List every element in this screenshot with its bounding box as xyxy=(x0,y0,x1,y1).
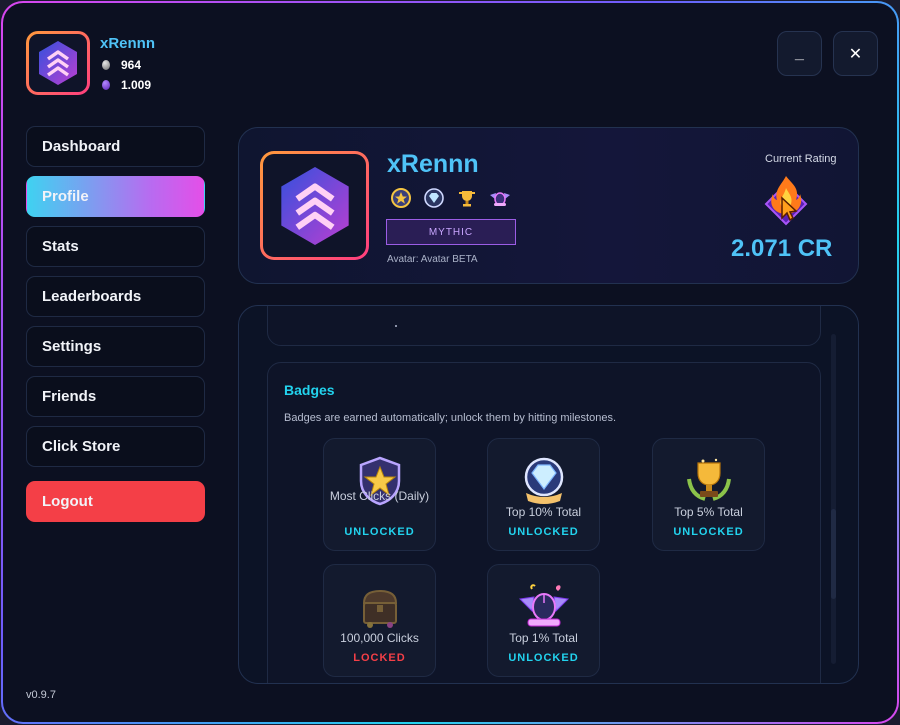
badge-name: Top 5% Total xyxy=(674,505,743,519)
badge-card[interactable]: Most Clicks (Daily) UNLOCKED xyxy=(323,438,436,551)
currency-purple-value: 1.009 xyxy=(121,78,152,92)
user-avatar[interactable] xyxy=(26,31,90,95)
badges-panel[interactable]: Badges Badges are earned automatically; … xyxy=(238,305,859,684)
badge-status: UNLOCKED xyxy=(673,526,744,538)
badge-status: UNLOCKED xyxy=(508,526,579,538)
badge-card[interactable]: Top 10% Total UNLOCKED xyxy=(487,438,600,551)
close-button[interactable]: ✕ xyxy=(833,31,878,76)
rank-badge: MYTHIC xyxy=(386,219,516,245)
mini-badges-row xyxy=(389,186,512,210)
sidebar-item-settings[interactable]: Settings xyxy=(26,326,205,367)
silver-gem-icon xyxy=(102,60,110,70)
header-username: xRennn xyxy=(100,35,156,52)
sidebar-item-friends[interactable]: Friends xyxy=(26,376,205,417)
trophy-icon xyxy=(455,186,479,210)
badge-status: UNLOCKED xyxy=(508,652,579,664)
winged-mouse-icon xyxy=(518,584,570,627)
sidebar-item-leaderboards[interactable]: Leaderboards xyxy=(26,276,205,317)
currency-purple: 1.009 xyxy=(102,78,151,92)
badge-card[interactable]: 100,000 Clicks LOCKED xyxy=(323,564,436,677)
badges-title: Badges xyxy=(284,382,335,398)
minimize-button[interactable]: _ xyxy=(777,31,822,76)
treasure-chest-icon xyxy=(362,589,398,628)
previous-section xyxy=(267,306,821,346)
rank-chevron-icon xyxy=(280,166,349,245)
badge-name: 100,000 Clicks xyxy=(340,631,419,645)
badge-card[interactable]: Top 1% Total UNLOCKED xyxy=(487,564,600,677)
badge-card[interactable]: Top 5% Total UNLOCKED xyxy=(652,438,765,551)
profile-avatar[interactable] xyxy=(260,151,369,260)
sidebar-item-profile[interactable]: Profile xyxy=(26,176,205,217)
trophy-icon xyxy=(687,458,731,501)
version-label: v0.9.7 xyxy=(26,689,56,701)
purple-gem-icon xyxy=(102,80,110,90)
winged-mouse-icon xyxy=(488,186,512,210)
scrollbar-thumb[interactable] xyxy=(831,509,836,599)
sidebar-item-dashboard[interactable]: Dashboard xyxy=(26,126,205,167)
profile-card: xRennn MYTHIC Avatar: Avatar BETA Curren… xyxy=(238,127,859,284)
rank-chevron-icon xyxy=(39,41,77,85)
badge-name: Top 10% Total xyxy=(505,505,582,519)
app-window: xRennn 964 1.009 _ ✕ Dashboard Profile S… xyxy=(1,1,899,724)
rating-label: Current Rating xyxy=(765,153,837,165)
currency-silver-value: 964 xyxy=(121,58,142,72)
diamond-icon xyxy=(422,186,446,210)
avatar-caption: Avatar: Avatar BETA xyxy=(387,254,478,265)
badge-name: Most Clicks (Daily) xyxy=(329,489,430,503)
profile-name: xRennn xyxy=(387,150,479,178)
logout-button[interactable]: Logout xyxy=(26,481,205,522)
badge-status: LOCKED xyxy=(353,652,406,664)
scrollbar[interactable] xyxy=(831,334,836,664)
diamond-icon xyxy=(524,457,564,504)
badge-status: UNLOCKED xyxy=(344,526,415,538)
sidebar-item-stats[interactable]: Stats xyxy=(26,226,205,267)
badges-description: Badges are earned automatically; unlock … xyxy=(284,412,617,424)
star-shield-icon xyxy=(389,186,413,210)
rating-value: 2.071 CR xyxy=(731,235,833,262)
divider-dot xyxy=(395,325,397,327)
sidebar-item-click-store[interactable]: Click Store xyxy=(26,426,205,467)
badge-name: Top 1% Total xyxy=(509,631,578,645)
currency-silver: 964 xyxy=(102,58,141,72)
badges-section: Badges Badges are earned automatically; … xyxy=(267,362,821,683)
rank-flame-cursor-icon xyxy=(764,176,808,226)
